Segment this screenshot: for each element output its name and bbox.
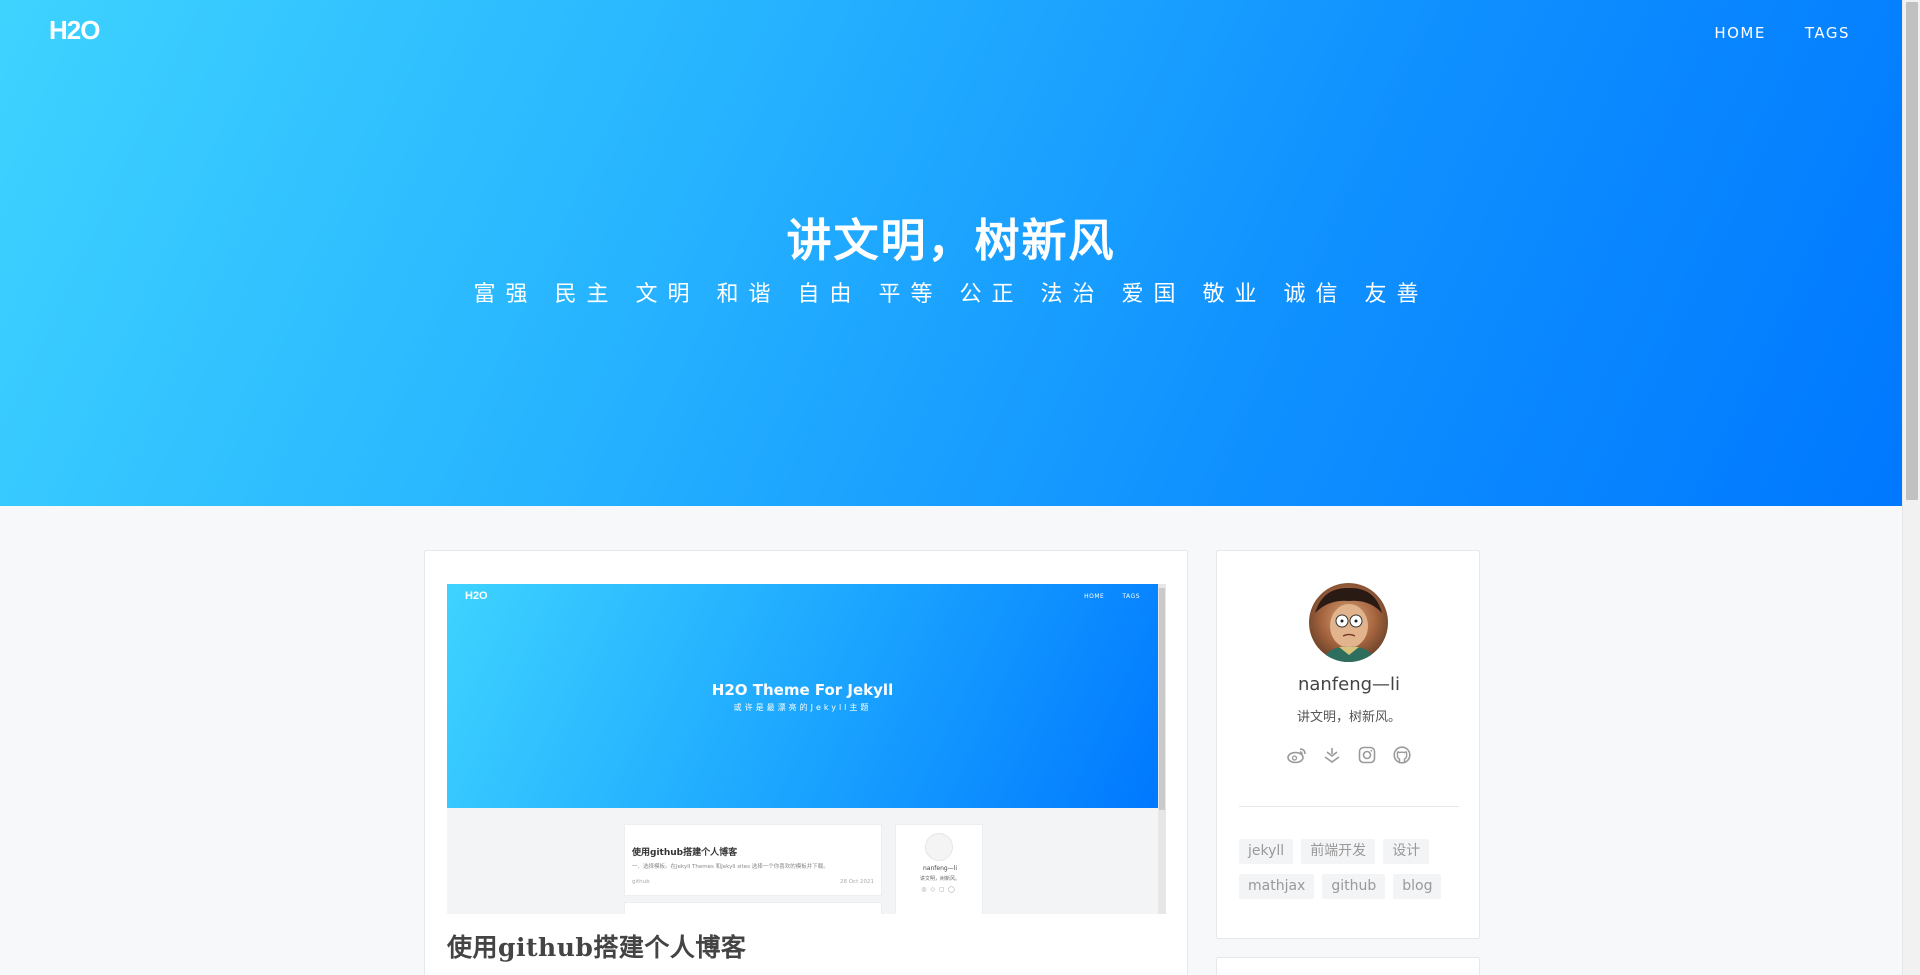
avatar-image [1315, 587, 1382, 662]
post-thumbnail[interactable]: H2O HOME TAGS H2O Theme For Jekyll 或许是最漂… [447, 584, 1166, 914]
thumbnail-social-icons: ◎◇◻◯ [921, 886, 959, 893]
tag-cloud: jekyll 前端开发 设计 mathjax github blog [1239, 839, 1463, 899]
hero-title: 讲文明，树新风 [786, 214, 1116, 267]
instagram-icon[interactable] [1357, 745, 1377, 765]
thumbnail-nav-home: HOME [1084, 593, 1105, 600]
weibo-icon-svg [1286, 748, 1306, 764]
tag-mathjax[interactable]: mathjax [1239, 874, 1315, 899]
thumbnail-post-card-2 [624, 902, 882, 914]
sidebar-card-secondary [1216, 957, 1480, 975]
github-icon[interactable] [1392, 745, 1412, 765]
thumbnail-side-bio: 讲文明，树新风。 [919, 876, 960, 882]
thumbnail-side-name: nanfeng—li [922, 865, 958, 872]
tag-blog[interactable]: blog [1393, 874, 1442, 899]
nav-home[interactable]: HOME [1714, 24, 1766, 42]
profile-card: nanfeng—li 讲文明，树新风。 jekyll 前端开发 设计 mathj… [1216, 550, 1480, 939]
thumbnail-nav: HOME TAGS [1084, 593, 1140, 600]
tag-github[interactable]: github [1322, 874, 1386, 899]
logo-text: H2O [49, 15, 100, 45]
thumbnail-scroll-thumb [1159, 588, 1165, 810]
thumbnail-card-tag: github [632, 879, 650, 885]
profile-divider [1239, 806, 1459, 807]
thumbnail-hero: H2O HOME TAGS H2O Theme For Jekyll 或许是最漂… [447, 584, 1158, 808]
post-card[interactable]: H2O HOME TAGS H2O Theme For Jekyll 或许是最漂… [424, 550, 1188, 975]
thumbnail-card-text: 一、选择模板。在Jekyll Themes 和Jekyll sites 选择一个… [632, 864, 829, 870]
github-icon-svg [1392, 746, 1411, 764]
thumbnail-card-date: 28 Oct 2021 [839, 879, 874, 885]
thumbnail-hero-subtitle: 或许是最漂亮的Jekyll主题 [733, 703, 872, 712]
weibo-icon[interactable] [1286, 745, 1307, 765]
tag-design[interactable]: 设计 [1383, 839, 1430, 864]
social-links [1217, 745, 1481, 765]
thumbnail-hero-title: H2O Theme For Jekyll [711, 681, 894, 699]
top-nav: HOME TAGS [1714, 24, 1850, 42]
nav-tags[interactable]: TAGS [1805, 24, 1850, 42]
tag-frontend[interactable]: 前端开发 [1301, 839, 1376, 864]
page-scrollbar[interactable] [1902, 0, 1920, 975]
thumbnail-card-title: 使用github搭建个人博客 [632, 848, 738, 858]
zhihu-icon-svg [1324, 748, 1339, 763]
profile-bio: 讲文明，树新风。 [1296, 710, 1401, 725]
hero-subtitle: 富强 民主 文明 和谐 自由 平等 公正 法治 爱国 敬业 诚信 友善 [473, 282, 1429, 307]
thumbnail-scrollbar [1158, 584, 1166, 914]
avatar[interactable] [1309, 583, 1388, 662]
instagram-icon-svg [1358, 746, 1375, 764]
tag-jekyll[interactable]: jekyll [1239, 839, 1294, 864]
profile-name: nanfeng—li [1297, 674, 1401, 695]
thumbnail-nav-tags: TAGS [1122, 593, 1140, 600]
thumbnail-avatar [925, 833, 953, 861]
site-logo[interactable]: H2O [49, 15, 100, 46]
thumbnail-sidebar-card: nanfeng—li 讲文明，树新风。 ◎◇◻◯ [895, 824, 983, 914]
hero-header: H2O HOME TAGS 讲文明，树新风 富强 民主 文明 和谐 自由 平等 … [0, 0, 1902, 506]
thumbnail-logo: H2O [465, 590, 488, 602]
thumbnail-post-card: 使用github搭建个人博客 一、选择模板。在Jekyll Themes 和Je… [624, 824, 882, 896]
post-title[interactable]: 使用github搭建个人博客 [447, 928, 746, 964]
scrollbar-thumb[interactable] [1906, 2, 1918, 500]
zhihu-icon[interactable] [1322, 745, 1342, 765]
